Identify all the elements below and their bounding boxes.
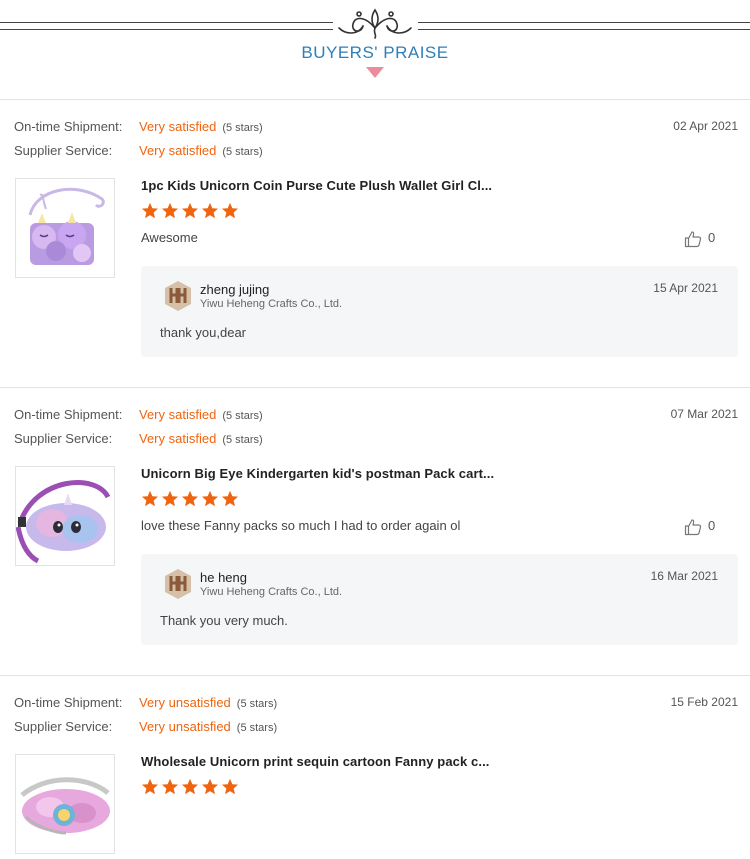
shipment-stars: (5 stars) xyxy=(222,122,263,134)
header-rule-right-bottom xyxy=(418,29,750,30)
supplier-logo-icon xyxy=(165,569,191,599)
unicorn-purse-image xyxy=(28,187,105,265)
review-date: 02 Apr 2021 xyxy=(673,119,738,133)
reply-author: zheng jujing xyxy=(200,282,270,297)
product-thumbnail[interactable] xyxy=(15,754,115,854)
star-icon xyxy=(141,202,159,219)
product-title-link[interactable]: Unicorn Big Eye Kindergarten kid's postm… xyxy=(141,466,494,481)
service-rating: Very unsatisfied xyxy=(139,719,231,734)
product-thumbnail[interactable] xyxy=(15,178,115,278)
star-icon xyxy=(221,490,239,507)
sequin-fanny-pack-image xyxy=(20,777,110,835)
review-comment: love these Fanny packs so much I had to … xyxy=(141,518,461,533)
reply-text: Thank you very much. xyxy=(160,613,288,628)
review-card: On-time Shipment: Very unsatisfied (5 star… xyxy=(0,676,750,859)
reply-author: he heng xyxy=(200,570,247,585)
shipment-rating-row: On-time Shipment: Very unsatisfied (5 star… xyxy=(14,695,277,715)
like-button[interactable]: 0 xyxy=(684,518,715,536)
review-date: 07 Mar 2021 xyxy=(670,407,738,421)
service-label: Supplier Service: xyxy=(14,719,113,734)
service-stars: (5 stars) xyxy=(222,146,263,158)
section-header: BUYERS' PRAISE xyxy=(0,0,750,100)
star-icon xyxy=(181,778,199,795)
supplier-reply: zheng jujing Yiwu Heheng Crafts Co., Ltd… xyxy=(141,266,738,357)
reply-company: Yiwu Heheng Crafts Co., Ltd. xyxy=(200,298,343,310)
star-icon xyxy=(201,202,219,219)
product-title-link[interactable]: Wholesale Unicorn print sequin cartoon F… xyxy=(141,754,490,769)
star-icon xyxy=(161,202,179,219)
shipment-stars: (5 stars) xyxy=(236,698,278,710)
header-rule-left-top xyxy=(0,22,333,23)
unicorn-fanny-pack-image xyxy=(16,480,111,564)
star-icon xyxy=(181,202,199,219)
service-rating-row: Supplier Service: Very satisfied (5 stars) xyxy=(14,143,263,163)
supplier-reply: he heng Yiwu Heheng Crafts Co., Ltd. 16 … xyxy=(141,554,738,645)
service-rating: Very satisfied xyxy=(139,143,217,158)
reply-company: Yiwu Heheng Crafts Co., Ltd. xyxy=(200,586,343,598)
ornament-icon xyxy=(338,8,412,39)
review-comment: Awesome xyxy=(141,230,198,245)
service-rating-row: Supplier Service: Very unsatisfied (5 star… xyxy=(14,719,277,739)
star-icon xyxy=(141,490,159,507)
star-icon xyxy=(181,490,199,507)
like-count: 0 xyxy=(708,230,716,245)
shipment-rating-row: On-time Shipment: Very satisfied (5 stars) xyxy=(14,407,263,427)
thumbs-up-icon xyxy=(684,231,702,248)
thumbs-up-icon xyxy=(684,519,702,536)
shipment-rating: Very satisfied xyxy=(139,119,217,134)
header-rule-right-top xyxy=(418,22,750,23)
product-thumbnail[interactable] xyxy=(15,466,115,566)
star-icon xyxy=(221,778,239,795)
shipment-stars: (5 stars) xyxy=(222,410,263,422)
star-icon xyxy=(201,490,219,507)
shipment-rating: Very unsatisfied xyxy=(139,695,231,710)
like-button[interactable]: 0 xyxy=(684,230,715,248)
reply-date: 16 Mar 2021 xyxy=(650,569,718,583)
title-pointer-icon xyxy=(366,67,384,78)
star-rating xyxy=(141,490,241,508)
reply-date: 15 Apr 2021 xyxy=(653,281,718,295)
service-rating: Very satisfied xyxy=(139,431,217,446)
star-icon xyxy=(161,490,179,507)
star-icon xyxy=(141,778,159,795)
star-icon xyxy=(221,202,239,219)
shipment-label: On-time Shipment: xyxy=(14,119,123,134)
page-title: BUYERS' PRAISE xyxy=(301,43,449,62)
shipment-label: On-time Shipment: xyxy=(14,407,123,422)
product-title-link[interactable]: 1pc Kids Unicorn Coin Purse Cute Plush W… xyxy=(141,178,492,193)
review-card: On-time Shipment: Very satisfied (5 stars)… xyxy=(0,100,750,388)
reply-text: thank you,dear xyxy=(160,325,247,340)
review-card: On-time Shipment: Very satisfied (5 stars)… xyxy=(0,388,750,676)
shipment-label: On-time Shipment: xyxy=(14,695,123,710)
service-stars: (5 stars) xyxy=(236,722,278,734)
shipment-rating-row: On-time Shipment: Very satisfied (5 stars) xyxy=(14,119,263,139)
shipment-rating: Very satisfied xyxy=(139,407,217,422)
service-stars: (5 stars) xyxy=(222,434,263,446)
service-label: Supplier Service: xyxy=(14,143,113,158)
star-rating xyxy=(141,778,241,796)
star-rating xyxy=(141,202,241,220)
supplier-logo-icon xyxy=(165,281,191,311)
header-rule-left-bottom xyxy=(0,29,333,30)
service-label: Supplier Service: xyxy=(14,431,113,446)
review-date: 15 Feb 2021 xyxy=(670,695,738,709)
star-icon xyxy=(201,778,219,795)
like-count: 0 xyxy=(708,518,716,533)
star-icon xyxy=(161,778,179,795)
service-rating-row: Supplier Service: Very satisfied (5 stars) xyxy=(14,431,263,451)
